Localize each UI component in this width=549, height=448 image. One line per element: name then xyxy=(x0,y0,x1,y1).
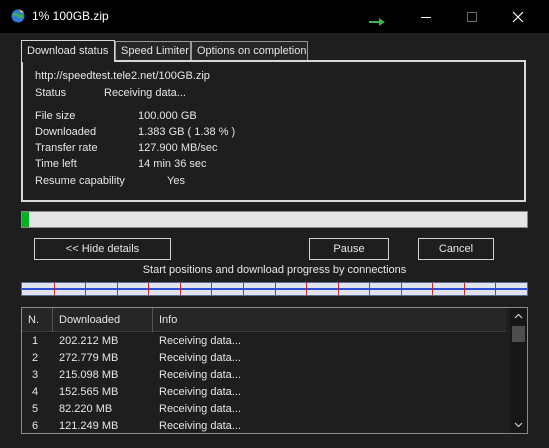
hide-details-button[interactable]: << Hide details xyxy=(34,238,171,260)
connection-segment-marker xyxy=(211,283,212,295)
connection-segment-marker xyxy=(338,283,339,295)
row-number: 2 xyxy=(32,352,39,364)
tab-options-on-completion[interactable]: Options on completion xyxy=(191,41,308,61)
row-downloaded: 121.249 MB xyxy=(59,420,119,432)
connection-segment-marker xyxy=(306,283,307,295)
row-number: 1 xyxy=(32,335,39,347)
download-status-panel: http://speedtest.tele2.net/100GB.zip Sta… xyxy=(21,60,526,202)
pause-button[interactable]: Pause xyxy=(309,238,389,260)
scroll-up-button[interactable] xyxy=(510,308,527,325)
status-label: Status xyxy=(35,87,67,99)
connections-caption: Start positions and download progress by… xyxy=(142,264,407,276)
file-size-label: File size xyxy=(35,110,76,122)
connection-segment-marker xyxy=(464,283,465,295)
table-vertical-scrollbar[interactable] xyxy=(510,308,527,433)
row-info: Receiving data... xyxy=(159,352,241,364)
column-header-info[interactable]: Info xyxy=(153,308,506,332)
row-number: 4 xyxy=(32,386,39,398)
connection-segment-marker xyxy=(495,283,496,295)
column-header-downloaded[interactable]: Downloaded xyxy=(53,308,153,332)
row-downloaded: 202.212 MB xyxy=(59,335,119,347)
maximize-icon xyxy=(467,12,477,22)
chevron-up-icon xyxy=(514,313,523,319)
transfer-rate-label: Transfer rate xyxy=(35,142,98,154)
connection-segment-marker xyxy=(401,283,402,295)
title-bar[interactable]: 1% 100GB.zip xyxy=(0,0,549,33)
row-info: Receiving data... xyxy=(159,335,241,347)
time-left-value: 14 min 36 sec xyxy=(138,158,207,170)
connections-progress-bar xyxy=(21,282,528,296)
downloaded-label: Downloaded xyxy=(35,126,97,138)
row-downloaded: 272.779 MB xyxy=(59,352,119,364)
chevron-down-icon xyxy=(514,422,523,428)
status-value: Receiving data... xyxy=(104,87,186,99)
resume-capability-label: Resume capability xyxy=(35,175,125,187)
connection-segment-marker xyxy=(275,283,276,295)
tab-speed-limiter[interactable]: Speed Limiter xyxy=(115,41,191,61)
minimize-icon xyxy=(421,17,431,18)
connection-segment-marker xyxy=(117,283,118,295)
row-downloaded: 152.565 MB xyxy=(59,386,119,398)
connection-segment-marker xyxy=(180,283,181,295)
file-size-value: 100.000 GB xyxy=(138,110,197,122)
row-number: 3 xyxy=(32,369,39,381)
minimize-button[interactable] xyxy=(403,0,449,33)
row-info: Receiving data... xyxy=(159,369,241,381)
close-icon xyxy=(512,11,524,23)
idm-globe-icon xyxy=(10,8,26,24)
table-row[interactable]: 6 121.249 MB Receiving data... xyxy=(22,418,506,433)
connection-segment-marker xyxy=(432,283,433,295)
maximize-button[interactable] xyxy=(449,0,495,33)
connection-segment-marker xyxy=(148,283,149,295)
row-number: 5 xyxy=(32,403,39,415)
table-row[interactable]: 1 202.212 MB Receiving data... xyxy=(22,333,506,350)
scroll-down-button[interactable] xyxy=(510,416,527,433)
table-row[interactable]: 5 82.220 MB Receiving data... xyxy=(22,401,506,418)
window-title: 1% 100GB.zip xyxy=(32,9,109,23)
connection-segment-marker xyxy=(243,283,244,295)
row-info: Receiving data... xyxy=(159,386,241,398)
download-progress-bar xyxy=(21,211,528,228)
table-row[interactable]: 3 215.098 MB Receiving data... xyxy=(22,367,506,384)
column-header-number[interactable]: N. xyxy=(22,308,53,332)
connection-segment-marker xyxy=(54,283,55,295)
table-row[interactable]: 4 152.565 MB Receiving data... xyxy=(22,384,506,401)
row-number: 6 xyxy=(32,420,39,432)
table-row[interactable]: 2 272.779 MB Receiving data... xyxy=(22,350,506,367)
time-left-label: Time left xyxy=(35,158,77,170)
download-url: http://speedtest.tele2.net/100GB.zip xyxy=(35,70,210,82)
row-info: Receiving data... xyxy=(159,420,241,432)
table-header: N. Downloaded Info xyxy=(22,308,506,332)
resume-capability-value: Yes xyxy=(167,175,185,187)
tray-arrow-icon xyxy=(368,17,388,27)
row-downloaded: 215.098 MB xyxy=(59,369,119,381)
row-downloaded: 82.220 MB xyxy=(59,403,113,415)
connections-table[interactable]: N. Downloaded Info 1 202.212 MB Receivin… xyxy=(21,307,528,434)
transfer-rate-value: 127.900 MB/sec xyxy=(138,142,218,154)
scrollbar-thumb[interactable] xyxy=(512,326,525,342)
downloaded-value: 1.383 GB ( 1.38 % ) xyxy=(138,126,236,138)
download-progress-fill xyxy=(22,212,29,227)
cancel-button[interactable]: Cancel xyxy=(418,238,494,260)
connection-segment-marker xyxy=(85,283,86,295)
row-info: Receiving data... xyxy=(159,403,241,415)
tab-download-status[interactable]: Download status xyxy=(21,40,115,62)
connection-segment-marker xyxy=(369,283,370,295)
close-button[interactable] xyxy=(495,0,541,33)
